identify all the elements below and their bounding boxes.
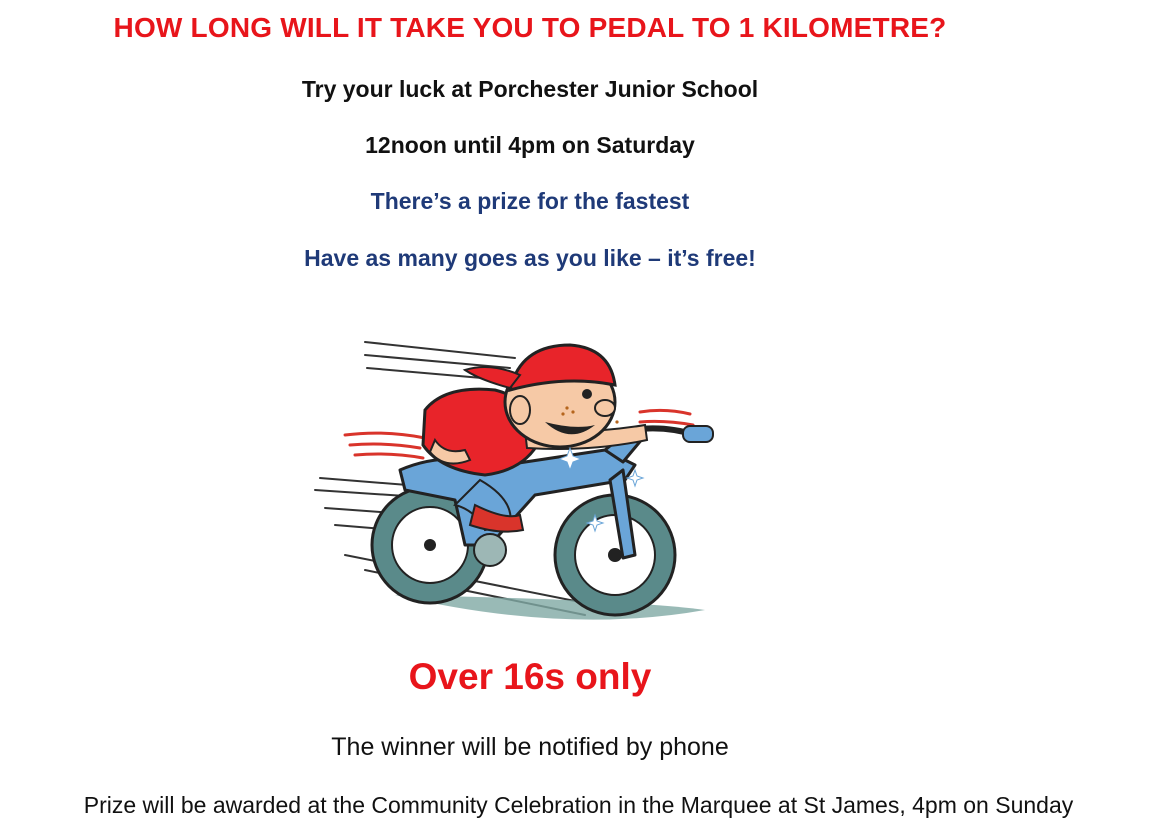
prize-line: There’s a prize for the fastest — [370, 188, 690, 214]
age-restriction: Over 16s only — [408, 656, 652, 697]
notification-line: The winner will be notified by phone — [331, 733, 729, 761]
poster-page: { "poster": { "headline": "HOW LONG WILL… — [0, 0, 1157, 839]
poster-headline: HOW LONG WILL IT TAKE YOU TO PEDAL TO 1 … — [113, 12, 947, 43]
time-line: 12noon until 4pm on Saturday — [365, 132, 695, 158]
venue-line: Try your luck at Porchester Junior Schoo… — [301, 76, 759, 102]
goes-line: Have as many goes as you like – it’s fre… — [304, 245, 756, 271]
cartoon-boy-on-bike-icon — [305, 330, 755, 640]
award-line: Prize will be awarded at the Community C… — [83, 792, 1074, 818]
